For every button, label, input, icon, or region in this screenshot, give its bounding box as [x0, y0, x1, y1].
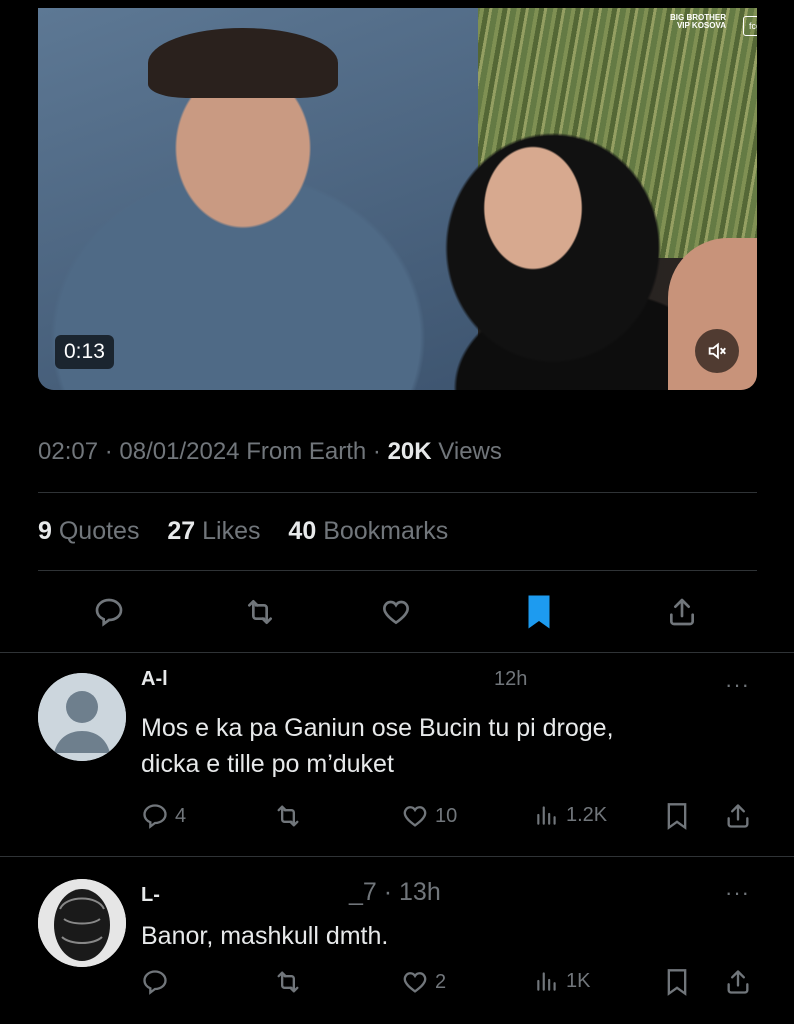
post-date: 08/01/2024: [119, 438, 240, 465]
share-button[interactable]: [664, 594, 700, 630]
watermark-line-2: VIP KOSOVA: [676, 21, 726, 30]
heart-icon: [401, 968, 429, 996]
like-count: 10: [435, 804, 458, 827]
likes-label: Likes: [202, 517, 261, 545]
analytics-icon: [534, 968, 560, 994]
reply-views-button[interactable]: 1.2K: [534, 802, 607, 828]
more-options-button[interactable]: ···: [725, 672, 750, 698]
bookmark-button[interactable]: [521, 594, 557, 630]
reply-count: 4: [175, 804, 187, 827]
reply-retweet-button[interactable]: [274, 968, 302, 996]
watermark-badge: fcg: [743, 16, 757, 36]
bookmark-filled-icon: [524, 594, 554, 630]
reply-bookmark-button[interactable]: [664, 968, 690, 996]
likes-link[interactable]: 27 Likes: [167, 517, 267, 545]
views-count: 1K: [566, 969, 591, 992]
reply-author-name[interactable]: L-: [141, 884, 160, 907]
like-count: 2: [435, 970, 447, 993]
speaker-muted-icon: [706, 340, 728, 362]
heart-icon: [380, 596, 412, 628]
post-source: From Earth: [246, 438, 367, 465]
avatar[interactable]: [38, 879, 126, 967]
reply-handle-time: _7 · 13h: [349, 878, 441, 906]
retweet-icon: [244, 596, 276, 628]
likes-count: 27: [167, 517, 196, 545]
bookmarks-count: 40: [288, 517, 317, 545]
views-count: 20K: [387, 438, 432, 465]
reply-reply-button[interactable]: [141, 968, 169, 996]
divider: [38, 570, 757, 571]
divider: [38, 492, 757, 493]
engagement-stats: 9 Quotes 27 Likes 40 Bookmarks: [38, 517, 448, 546]
reply-button[interactable]: [91, 594, 127, 630]
retweet-button[interactable]: [242, 594, 278, 630]
reply-author-name[interactable]: A-l: [141, 668, 168, 691]
share-icon: [724, 802, 752, 830]
reply-retweet-button[interactable]: [274, 802, 302, 830]
reply-share-button[interactable]: [724, 802, 752, 830]
reply-views-button[interactable]: 1K: [534, 968, 590, 994]
reply-icon: [141, 968, 169, 996]
video-watermark: BIG BROTHER VIP KOSOVA: [670, 14, 726, 30]
share-icon: [666, 596, 698, 628]
quotes-label: Quotes: [58, 517, 140, 545]
bookmark-icon: [664, 802, 690, 830]
reply-icon: [141, 802, 169, 830]
heart-icon: [401, 802, 429, 830]
views-count: 1.2K: [566, 803, 608, 826]
retweet-icon: [274, 802, 302, 830]
bookmark-icon: [664, 968, 690, 996]
reply-bookmark-button[interactable]: [664, 802, 690, 830]
share-icon: [724, 968, 752, 996]
retweet-icon: [274, 968, 302, 996]
video-person-hair: [148, 28, 338, 98]
reply-reply-button[interactable]: 4: [141, 802, 186, 830]
mute-button[interactable]: [695, 329, 739, 373]
reply-text: Mos e ka pa Ganiun ose Bucin tu pi droge…: [141, 710, 741, 782]
bookmarks-label: Bookmarks: [323, 517, 449, 545]
video-timecode: 0:13: [55, 335, 114, 369]
reply-like-button[interactable]: 10: [401, 802, 457, 830]
reply-like-button[interactable]: 2: [401, 968, 446, 996]
views-label: Views: [438, 438, 502, 465]
reply-icon: [93, 596, 125, 628]
more-options-button[interactable]: ···: [725, 880, 750, 906]
reply-text-line: Mos e ka pa Ganiun ose Bucin tu pi droge…: [141, 714, 614, 742]
divider: [0, 652, 794, 653]
reply-share-button[interactable]: [724, 968, 752, 996]
post-meta: 02:07 · 08/01/2024 From Earth · 20K View…: [38, 438, 502, 465]
divider: [0, 856, 794, 857]
tweet-video[interactable]: BIG BROTHER VIP KOSOVA fcg: [38, 8, 757, 390]
avatar[interactable]: [38, 673, 126, 761]
bookmarks-link[interactable]: 40 Bookmarks: [288, 517, 448, 545]
analytics-icon: [534, 802, 560, 828]
quotes-count: 9: [38, 517, 52, 545]
reply-text: Banor, mashkull dmth.: [141, 922, 389, 950]
like-button[interactable]: [378, 594, 414, 630]
post-time: 02:07: [38, 438, 99, 465]
reply-time: 12h: [494, 668, 528, 690]
quotes-link[interactable]: 9 Quotes: [38, 517, 146, 545]
reply-text-line: dicka e tille po m’duket: [141, 750, 394, 778]
